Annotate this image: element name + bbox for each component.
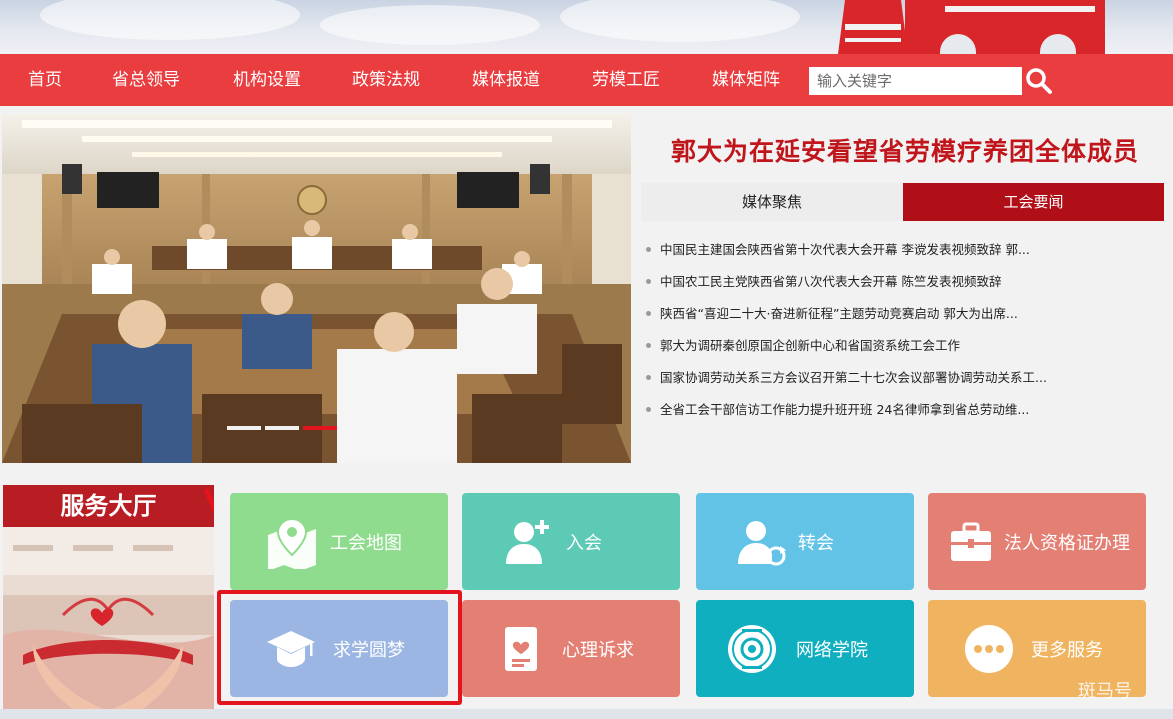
tile-label: 心理诉求 — [562, 639, 634, 661]
tile-label: 工会地图 — [330, 532, 402, 554]
page: 首页 省总领导 机构设置 政策法规 媒体报道 劳模工匠 媒体矩阵 输入关键字 郭… — [0, 0, 1173, 719]
nav-item-model-workers[interactable]: 劳模工匠 — [592, 54, 660, 106]
search-button[interactable] — [1024, 66, 1054, 96]
news-item-text: 陕西省“喜迎二十大·奋进新征程”主题劳动竞赛启动 郭大为出席... — [660, 306, 1018, 321]
meeting-photo-illustration — [2, 114, 631, 463]
news-list: 中国民主建国会陕西省第十次代表大会开幕 李谠发表视频致辞 郭... 中国农工民主… — [645, 238, 1165, 430]
tab-union-news[interactable]: 工会要闻 — [903, 183, 1164, 221]
tile-label: 转会 — [798, 532, 834, 554]
list-item[interactable]: 国家协调劳动关系三方会议召开第二十七次会议部署协调劳动关系工... — [645, 366, 1165, 398]
bullet-icon — [646, 407, 651, 412]
search-icon — [1026, 68, 1052, 94]
bullet-icon — [646, 247, 651, 252]
news-item-text: 郭大为调研秦创原国企创新中心和省国资系统工会工作 — [660, 338, 961, 353]
map-pin-icon — [268, 517, 316, 569]
header-banner — [0, 0, 1173, 54]
nav-item-media-reports[interactable]: 媒体报道 — [472, 54, 540, 106]
list-item[interactable]: 陕西省“喜迎二十大·奋进新征程”主题劳动竞赛启动 郭大为出席... — [645, 302, 1165, 334]
academy-seal-icon — [728, 624, 776, 673]
list-item[interactable]: 中国农工民主党陕西省第八次代表大会开幕 陈竺发表视频致辞 — [645, 270, 1165, 302]
news-item-text: 全省工会干部信访工作能力提升班开班 24名律师拿到省总劳动维... — [660, 402, 1030, 417]
service-hall-title: 服务大厅 — [3, 485, 214, 527]
news-item-text: 中国农工民主党陕西省第八次代表大会开幕 陈竺发表视频致辞 — [660, 274, 1002, 289]
news-item-text: 国家协调劳动关系三方会议召开第二十七次会议部署协调劳动关系工... — [660, 370, 1047, 385]
heart-document-icon — [505, 626, 537, 671]
list-item[interactable]: 郭大为调研秦创原国企创新中心和省国资系统工会工作 — [645, 334, 1165, 366]
service-tile-union-map[interactable]: 工会地图 — [230, 493, 448, 590]
transfer-user-icon — [738, 520, 786, 565]
nav-item-organization[interactable]: 机构设置 — [233, 54, 301, 106]
service-tile-transfer[interactable]: 转会 — [696, 493, 914, 590]
service-tile-online-academy[interactable]: 网络学院 — [696, 600, 914, 697]
more-dots-icon — [965, 624, 1013, 673]
bullet-icon — [646, 375, 651, 380]
news-item-text: 中国民主建国会陕西省第十次代表大会开幕 李谠发表视频致辞 郭... — [660, 242, 1030, 257]
list-item[interactable]: 中国民主建国会陕西省第十次代表大会开幕 李谠发表视频致辞 郭... — [645, 238, 1165, 270]
tile-label: 入会 — [566, 532, 602, 554]
tile-label: 法人资格证办理 — [1004, 532, 1130, 554]
tile-label: 求学圆梦 — [333, 639, 405, 661]
meeting-photo[interactable] — [2, 114, 631, 463]
watermark: 斑马号 — [1078, 681, 1132, 702]
graduation-cap-icon — [267, 630, 315, 667]
tile-label: 更多服务 — [1031, 639, 1103, 661]
search-input[interactable] — [809, 67, 1022, 95]
service-hall-banner[interactable]: 服务大厅 — [3, 485, 214, 709]
service-tile-join[interactable]: 入会 — [462, 493, 680, 590]
news-headline[interactable]: 郭大为在延安看望省劳模疗养团全体成员 — [640, 132, 1170, 168]
nav-item-leaders[interactable]: 省总领导 — [112, 54, 180, 106]
bullet-icon — [646, 279, 651, 284]
bullet-icon — [646, 311, 651, 316]
service-tile-study-dream[interactable]: 求学圆梦 — [230, 600, 448, 697]
nav-item-home[interactable]: 首页 — [28, 54, 62, 106]
bullet-icon — [646, 343, 651, 348]
bottom-bar — [0, 709, 1173, 719]
service-tile-psychological-appeal[interactable]: 心理诉求 — [462, 600, 680, 697]
add-user-icon — [506, 519, 549, 564]
list-item[interactable]: 全省工会干部信访工作能力提升班开班 24名律师拿到省总劳动维... — [645, 398, 1165, 430]
briefcase-icon — [951, 522, 991, 561]
tab-media-focus[interactable]: 媒体聚焦 — [641, 183, 903, 221]
service-tile-legal-certificate[interactable]: 法人资格证办理 — [928, 493, 1146, 590]
nav-item-policy[interactable]: 政策法规 — [352, 54, 420, 106]
nav-item-media-matrix[interactable]: 媒体矩阵 — [712, 54, 780, 106]
tile-label: 网络学院 — [796, 639, 868, 661]
